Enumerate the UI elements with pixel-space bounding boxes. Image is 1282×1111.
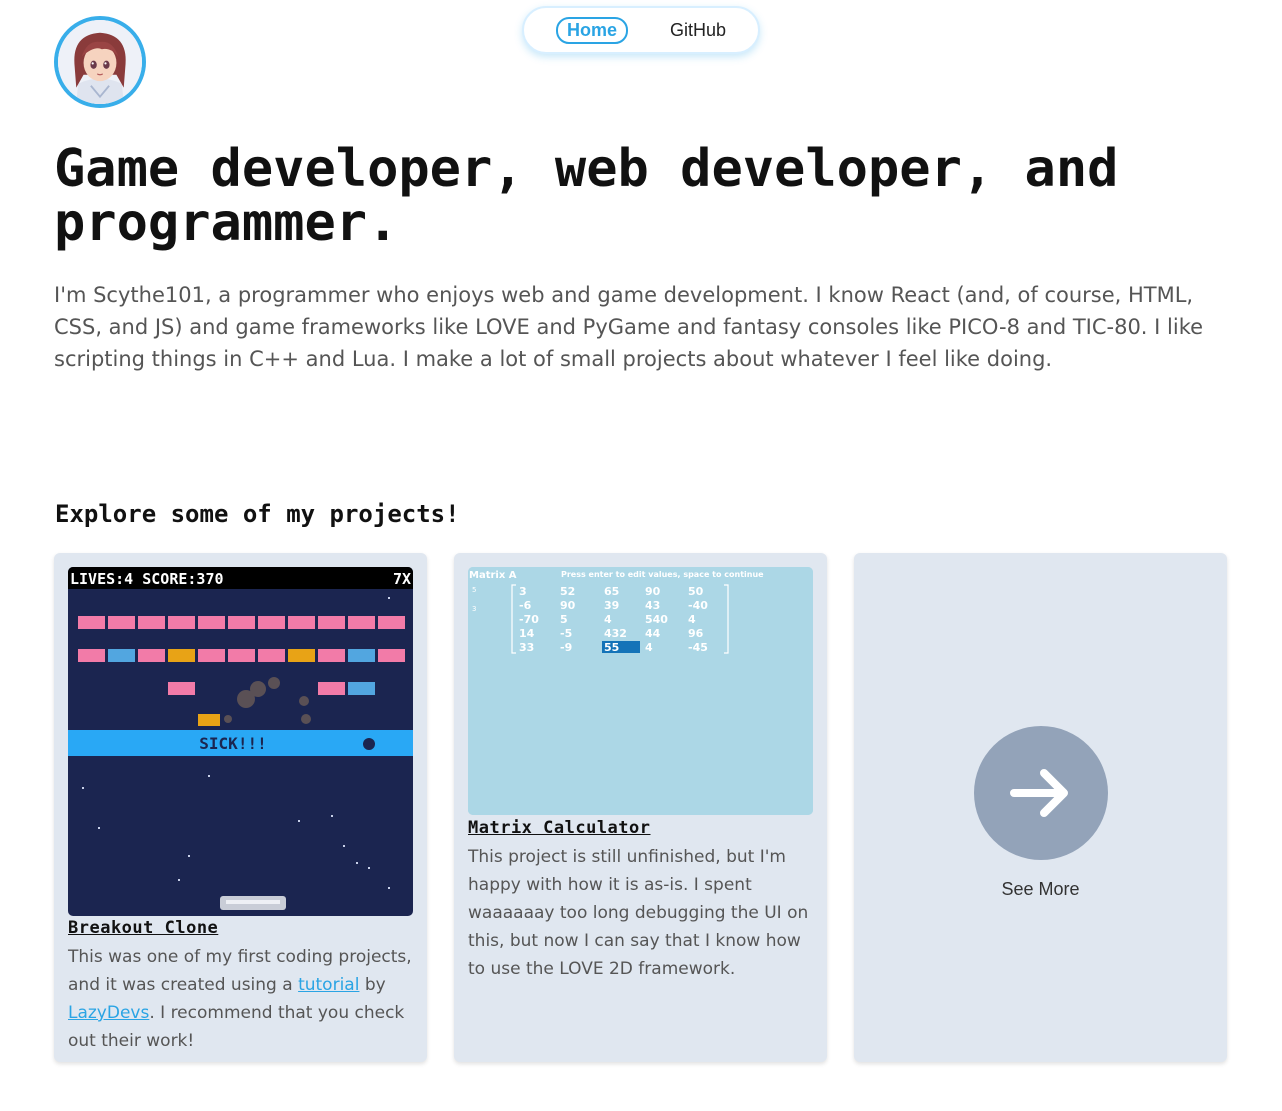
matrix-cell: 52 [560, 585, 575, 598]
see-more-button[interactable] [974, 726, 1108, 860]
matrix-cell: -45 [688, 641, 708, 654]
matrix-cell: 39 [604, 599, 619, 612]
matrix-cell: 4 [688, 613, 696, 626]
matrix-label: Matrix A [469, 570, 517, 581]
matrix-cell: 55 [604, 641, 619, 654]
nav-home-link[interactable]: Home [556, 16, 629, 44]
breakout-text-part: by [359, 975, 386, 995]
breakout-description: This was one of my first coding projects… [68, 943, 413, 1055]
cols-label: 3 [472, 605, 476, 613]
matrix-app-image: Matrix A Press enter to edit values, spa… [468, 567, 813, 815]
rows-label: 5 [472, 586, 476, 594]
matrix-cell: -5 [560, 627, 572, 640]
matrix-description: This project is still unfinished, but I'… [468, 847, 809, 979]
brick-row-2 [78, 649, 405, 662]
matrix-cell: 432 [604, 627, 627, 640]
avatar [54, 16, 146, 108]
breakout-game-image: LIVES:4 SCORE:370 7X SICK!!! [68, 567, 413, 916]
lazydevs-link[interactable]: LazyDevs [68, 1003, 149, 1023]
matrix-cell: 5 [560, 613, 568, 626]
breakout-screenshot: LIVES:4 SCORE:370 7X SICK!!! [68, 567, 413, 916]
matrix-cell: 14 [519, 627, 535, 640]
game-hud-text: LIVES:4 SCORE:370 [70, 570, 224, 588]
matrix-title-link[interactable]: Matrix Calculator [468, 818, 651, 838]
matrix-cell: 4 [645, 641, 653, 654]
matrix-cell: 540 [645, 613, 668, 626]
matrix-cell: 90 [560, 599, 576, 612]
hero-intro: I'm Scythe101, a programmer who enjoys w… [54, 283, 1204, 371]
matrix-cell: 50 [688, 585, 704, 598]
breakout-title-link[interactable]: Breakout Clone [68, 918, 218, 938]
matrix-cell: -70 [519, 613, 539, 626]
projects-heading: Explore some of my projects! [55, 500, 460, 528]
arrow-right-icon [1010, 769, 1068, 817]
project-card-matrix: Matrix A Press enter to edit values, spa… [454, 553, 827, 1062]
matrix-cell: 44 [645, 627, 661, 640]
matrix-screenshot: Matrix A Press enter to edit values, spa… [468, 567, 813, 815]
top-nav: Home GitHub [522, 6, 760, 54]
matrix-cell: 65 [604, 585, 619, 598]
nav-github-link[interactable]: GitHub [670, 20, 726, 41]
matrix-cell: -9 [560, 641, 572, 654]
matrix-cell: -6 [519, 599, 532, 612]
matrix-cell: -40 [688, 599, 708, 612]
brick-row-1 [78, 616, 405, 629]
banner-text: SICK!!! [199, 734, 266, 753]
matrix-cell: 3 [519, 585, 527, 598]
project-card-breakout: LIVES:4 SCORE:370 7X SICK!!! Breakout Cl… [54, 553, 427, 1062]
matrix-cell: 33 [519, 641, 534, 654]
matrix-instructions: Press enter to edit values, space to con… [561, 570, 764, 579]
game-multiplier-text: 7X [393, 570, 411, 588]
see-more-label[interactable]: See More [854, 879, 1227, 900]
matrix-cell: 4 [604, 613, 612, 626]
ball [363, 738, 375, 750]
tutorial-link[interactable]: tutorial [298, 975, 359, 995]
matrix-cell: 43 [645, 599, 660, 612]
matrix-cell: 90 [645, 585, 661, 598]
project-card-see-more[interactable]: See More [854, 553, 1227, 1062]
avatar-illustration [58, 20, 142, 104]
hero-title: Game developer, web developer, and progr… [54, 139, 1119, 253]
matrix-cell: 96 [688, 627, 704, 640]
